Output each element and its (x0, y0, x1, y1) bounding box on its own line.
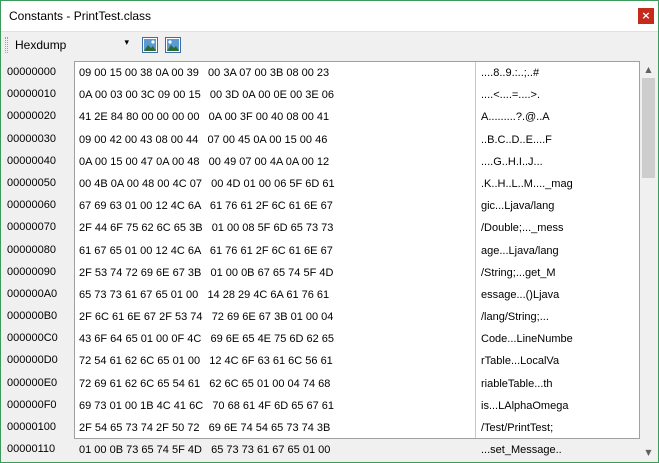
ascii-row: rTable...LocalVa (481, 355, 560, 368)
offset-label: 00000080 (7, 243, 56, 256)
offset-label: 000000D0 (7, 354, 58, 367)
ascii-row: /Test/PrintTest; (481, 422, 554, 434)
offset-label: 00000110 (7, 443, 56, 456)
column-divider (475, 62, 476, 438)
ascii-row: age...Ljava/lang (481, 244, 559, 257)
offset-column: 00000000 00000010 00000020 00000030 00000040… (7, 61, 73, 460)
window-title: Constants - PrintTest.class (9, 9, 152, 23)
hex-row: 61 67 65 01 00 12 4C 6A 61 76 61 2F 6C 6… (79, 244, 333, 257)
offset-label: 00000090 (7, 265, 56, 278)
offset-label: 000000E0 (7, 376, 58, 389)
ascii-row: ....8..9.:..;..# (481, 67, 540, 79)
hex-row: 09 00 15 00 38 0A 00 39 00 3A 07 00 3B 0… (79, 67, 330, 79)
ascii-row: ....<....=....>. (481, 89, 541, 102)
offset-label: 000000A0 (7, 287, 58, 300)
hex-row: 0A 00 03 00 3C 09 00 15 00 3D 0A 00 0E 0… (79, 89, 335, 102)
toolbar-grip-icon[interactable] (5, 37, 8, 53)
hex-row: 72 69 61 62 6C 65 54 61 62 6C 65 01 00 0… (79, 377, 331, 390)
ascii-row: ....G..H.I..J... (481, 155, 543, 168)
hex-bytes-column: 09 00 15 00 38 0A 00 39 00 3A 07 00 3B 0… (79, 62, 479, 461)
ascii-row: /String;...get_M (481, 266, 556, 279)
offset-label: 00000010 (7, 88, 56, 101)
toolbar: Hexdump ▾ (1, 31, 658, 58)
scroll-up-icon[interactable]: ▲ (640, 61, 657, 78)
hex-row: 2F 53 74 72 69 6E 67 3B 01 00 0B 67 65 7… (79, 266, 334, 279)
ascii-row: .K..H..L..M...._mag (481, 177, 573, 190)
vertical-scrollbar[interactable]: ▲ ▼ (640, 61, 657, 461)
close-icon: × (641, 9, 651, 22)
title-bar[interactable]: Constants - PrintTest.class × (1, 1, 658, 31)
offset-label: 00000070 (7, 221, 56, 234)
image-export-icon (142, 37, 158, 53)
close-button[interactable]: × (638, 8, 654, 24)
constants-window: Constants - PrintTest.class × Hexdump ▾ (0, 0, 659, 463)
image-export-button[interactable] (142, 37, 158, 53)
ascii-row: is...LAlphaOmega (481, 399, 569, 412)
hex-row: 09 00 42 00 43 08 00 44 07 00 45 0A 00 1… (79, 133, 328, 146)
scrollbar-thumb[interactable] (642, 78, 655, 178)
hexdump-view[interactable]: 09 00 15 00 38 0A 00 39 00 3A 07 00 3B 0… (74, 61, 640, 456)
hex-row: 69 73 01 00 1B 4C 41 6C 70 68 61 4F 6D 6… (79, 399, 335, 412)
ascii-row: ..B.C..D..E....F (481, 133, 552, 146)
hex-row: 65 73 73 61 67 65 01 00 14 28 29 4C 6A 6… (79, 288, 330, 301)
hex-row: 01 00 0B 73 65 74 5F 4D 65 73 73 61 67 6… (79, 444, 331, 457)
view-mode-dropdown[interactable]: Hexdump ▾ (12, 36, 131, 55)
view-mode-value: Hexdump (15, 38, 67, 52)
offset-label: 00000020 (7, 110, 56, 123)
ascii-row: gic...Ljava/lang (481, 200, 555, 213)
hex-row: 00 4B 0A 00 48 00 4C 07 00 4D 01 00 06 5… (79, 177, 335, 190)
hex-row: 2F 6C 61 6E 67 2F 53 74 72 69 6E 67 3B 0… (79, 311, 334, 324)
offset-label: 00000000 (7, 66, 56, 78)
ascii-row: /Double;..._mess (481, 222, 564, 235)
hex-row: 41 2E 84 80 00 00 00 00 0A 00 3F 00 40 0… (79, 111, 330, 124)
image-save-icon (165, 37, 181, 53)
offset-label: 00000030 (7, 132, 56, 145)
ascii-row: ...set_Message.. (481, 444, 562, 457)
offset-label: 00000100 (7, 421, 56, 433)
hex-row: 0A 00 15 00 47 0A 00 48 00 49 07 00 4A 0… (79, 155, 330, 168)
hex-row: 2F 44 6F 75 62 6C 65 3B 01 00 08 5F 6D 6… (79, 222, 334, 235)
hex-row: 43 6F 64 65 01 00 0F 4C 69 6E 65 4E 75 6… (79, 333, 335, 346)
ascii-row: Code...LineNumbe (481, 333, 573, 346)
scroll-down-icon[interactable]: ▼ (640, 444, 657, 461)
chevron-down-icon: ▾ (124, 38, 129, 48)
offset-label: 00000050 (7, 176, 56, 189)
ascii-row: essage...()Ljava (481, 288, 560, 301)
hex-row: 72 54 61 62 6C 65 01 00 12 4C 6F 63 61 6… (79, 355, 333, 368)
ascii-column: ....8..9.:..;..# ....<....=....>. A.......… (481, 62, 601, 461)
offset-label: 000000C0 (7, 332, 58, 345)
ascii-row: A.........?.@..A (481, 111, 550, 124)
offset-label: 00000040 (7, 154, 56, 167)
ascii-row: riableTable...th (481, 377, 553, 390)
hexdump-panel: 00000000 00000010 00000020 00000030 00000040… (3, 59, 658, 461)
offset-label: 000000B0 (7, 310, 58, 323)
offset-label: 00000060 (7, 199, 56, 212)
ascii-row: /lang/String;... (481, 311, 549, 324)
hex-row: 67 69 63 01 00 12 4C 6A 61 76 61 2F 6C 6… (79, 200, 333, 213)
image-save-button[interactable] (165, 37, 181, 53)
offset-label: 000000F0 (7, 398, 57, 411)
hex-row: 2F 54 65 73 74 2F 50 72 69 6E 74 54 65 7… (79, 422, 331, 434)
